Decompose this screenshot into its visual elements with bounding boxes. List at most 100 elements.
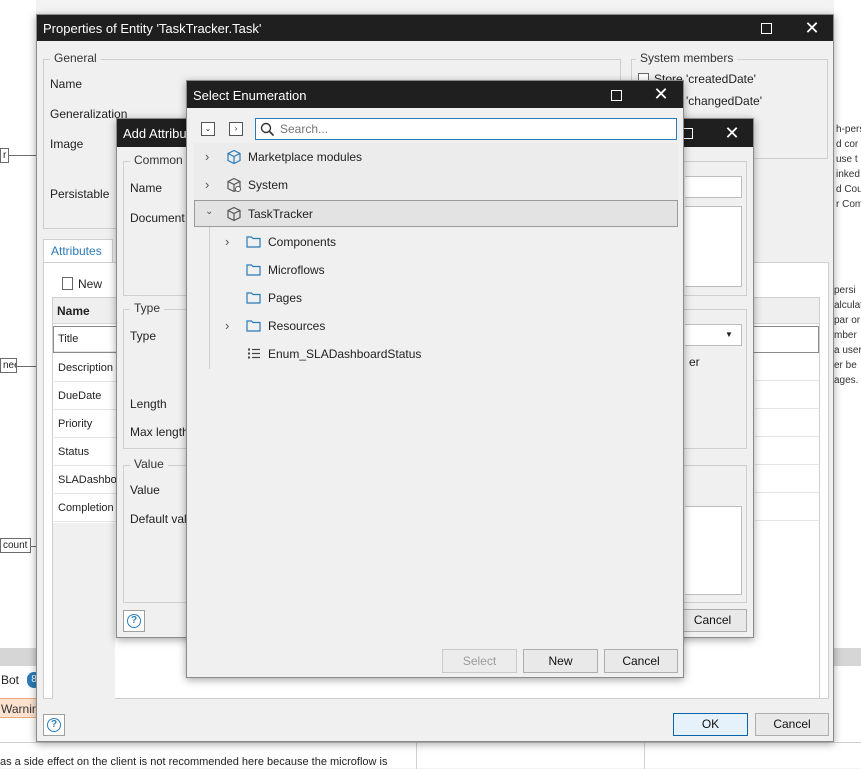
canvas-entity-node[interactable]: r (0, 148, 9, 163)
folder-icon (246, 264, 261, 276)
add-attribute-cancel-button[interactable]: Cancel (679, 609, 747, 632)
table-row[interactable]: Completion (54, 495, 120, 522)
system-module-icon (227, 177, 241, 193)
background-documentation-text: h-pers d cor use t inked d Cou r Com (836, 124, 861, 210)
maximize-icon (760, 22, 772, 34)
tree-item-microflows[interactable]: Microflows (214, 256, 678, 284)
table-row[interactable]: Status (54, 439, 120, 466)
help-button[interactable]: ? (43, 714, 65, 736)
tree-item-enum-sla-dashboard-status[interactable]: Enum_SLADashboardStatus (214, 340, 678, 368)
folder-icon (246, 236, 261, 248)
tree-label-resources: Resources (268, 319, 326, 333)
table-rows-tail (755, 353, 819, 549)
cancel-button[interactable]: Cancel (755, 713, 829, 736)
background-error-list: as a side effect on the client is not re… (0, 742, 861, 769)
column-header-name[interactable]: Name (57, 304, 90, 318)
module-cube-icon (227, 149, 241, 165)
tree-item-marketplace-modules[interactable]: › Marketplace modules (194, 143, 678, 171)
table-row[interactable]: Title (54, 327, 120, 352)
table-row[interactable]: DueDate (54, 383, 120, 410)
new-attribute-button[interactable]: New (78, 277, 102, 291)
add-attribute-help-button[interactable]: ? (123, 610, 145, 632)
enumeration-list-icon (248, 348, 260, 359)
tree-item-tasktracker[interactable]: ⌄ TaskTracker (194, 200, 678, 227)
tree-label-enum: Enum_SLADashboardStatus (268, 347, 422, 361)
tree-item-system[interactable]: › System (194, 171, 678, 199)
select-enumeration-titlebar[interactable]: Select Enumeration ✕ (187, 81, 683, 108)
select-enumeration-title: Select Enumeration (193, 88, 307, 103)
tree-label-microflows: Microflows (268, 263, 325, 277)
maximize-icon (610, 89, 622, 101)
common-group-title: Common (130, 153, 187, 167)
tree-label-components: Components (268, 235, 337, 249)
attr-default-value-label: Default val (130, 512, 187, 526)
select-button[interactable]: Select (442, 649, 517, 673)
name-label: Name (50, 77, 83, 91)
attr-default-value-input[interactable] (685, 506, 742, 595)
chevron-right-icon[interactable]: › (225, 318, 229, 333)
expand-all-icon[interactable]: › (229, 122, 243, 136)
collapse-all-icon[interactable]: ⌄ (201, 122, 215, 136)
enum-new-button[interactable]: New (523, 649, 598, 673)
enum-cancel-button[interactable]: Cancel (604, 649, 678, 673)
tree-label-system: System (248, 178, 289, 192)
tree-label-tasktracker: TaskTracker (248, 207, 313, 221)
close-icon: ✕ (804, 18, 820, 38)
chevron-down-icon[interactable]: ⌄ (205, 206, 213, 217)
partial-label: er (689, 355, 700, 369)
bot-tab-label[interactable]: Bot (1, 673, 19, 687)
help-icon: ? (47, 718, 61, 732)
tab-attributes[interactable]: Attributes (43, 239, 113, 263)
type-group-title: Type (130, 301, 165, 315)
attr-length-label: Length (130, 397, 167, 411)
attr-name-label: Name (130, 181, 163, 195)
tree-label-pages: Pages (268, 291, 303, 305)
tree-item-pages[interactable]: Pages (214, 284, 678, 312)
background-documentation-text-2: persi alculat par or mber a user er be a… (834, 285, 861, 386)
tab-attributes-label: Attributes (51, 244, 102, 258)
add-attribute-close-button[interactable]: ✕ (710, 119, 754, 147)
background-tab-strip: Bot 8 (0, 666, 41, 694)
enum-maximize-button[interactable] (594, 81, 638, 108)
chevron-right-icon[interactable]: › (225, 234, 229, 249)
enum-close-button[interactable]: ✕ (639, 81, 683, 108)
table-row[interactable]: Description (54, 355, 120, 382)
chevron-right-icon[interactable]: › (205, 177, 209, 192)
system-members-title: System members (636, 51, 738, 65)
column-divider (644, 743, 645, 769)
error-list-message[interactable]: as a side effect on the client is not re… (0, 756, 387, 768)
warning-tab[interactable]: Warnin (0, 698, 36, 718)
close-button[interactable]: ✕ (790, 15, 834, 41)
table-row[interactable]: SLADashboa (54, 467, 120, 494)
window-title: Properties of Entity 'TaskTracker.Task' (43, 21, 262, 36)
tree-guide-line (209, 227, 210, 369)
select-enumeration-dialog: Select Enumeration ✕ ⌄ › › Marketplace m… (186, 80, 684, 678)
attr-documentation-input[interactable] (685, 206, 742, 287)
canvas-entity-node[interactable]: nee (0, 358, 17, 373)
tree-label-marketplace: Marketplace modules (248, 150, 363, 164)
attr-type-select[interactable]: ▼ (685, 324, 742, 346)
tree-item-resources[interactable]: › Resources (214, 312, 678, 340)
new-document-icon (62, 277, 73, 290)
search-icon (260, 122, 275, 137)
ok-button[interactable]: OK (673, 713, 748, 736)
module-cube-icon (227, 206, 241, 222)
close-icon: ✕ (724, 123, 740, 143)
entity-properties-titlebar[interactable]: Properties of Entity 'TaskTracker.Task' … (37, 15, 833, 41)
attr-max-length-label: Max length (130, 425, 189, 439)
attr-documentation-label: Document (130, 211, 185, 225)
canvas-entity-node[interactable]: count (0, 538, 31, 553)
table-row[interactable]: Priority (54, 411, 120, 438)
table-empty-area (53, 523, 115, 699)
maximize-button[interactable] (744, 15, 788, 41)
enum-search-input[interactable] (280, 121, 670, 137)
table-row-selected-tail (755, 326, 819, 353)
attr-name-input[interactable] (685, 176, 742, 198)
chevron-right-icon[interactable]: › (205, 149, 209, 164)
attr-type-label: Type (130, 329, 157, 343)
enum-search-field[interactable] (255, 118, 677, 140)
persistable-label: Persistable (50, 187, 110, 201)
attr-value-label: Value (130, 483, 160, 497)
tree-item-components[interactable]: › Components (214, 228, 678, 256)
value-group-title: Value (130, 457, 168, 471)
